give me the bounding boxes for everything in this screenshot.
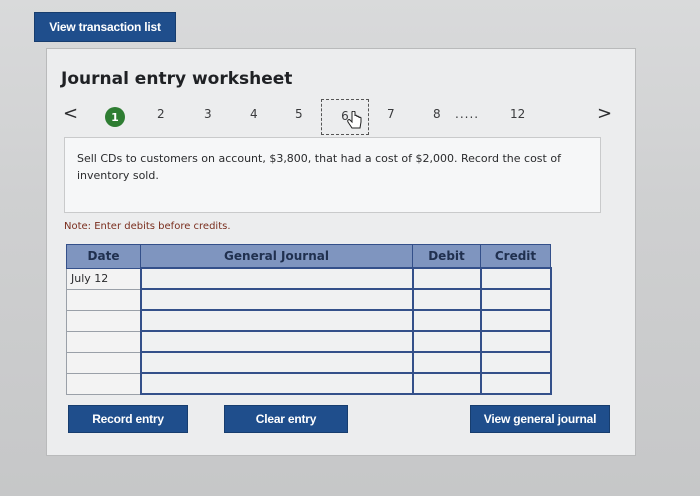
table-row: July 12 xyxy=(66,267,552,290)
account-input[interactable] xyxy=(139,372,414,395)
date-cell[interactable] xyxy=(66,330,141,353)
step-12[interactable]: 12 xyxy=(510,107,525,121)
prompt-text: Sell CDs to customers on account, $3,800… xyxy=(77,152,561,182)
view-transaction-list-button[interactable]: View transaction list xyxy=(34,12,176,42)
debit-input[interactable] xyxy=(411,351,482,374)
credit-input[interactable] xyxy=(479,267,552,290)
date-cell[interactable] xyxy=(66,288,141,311)
credit-input[interactable] xyxy=(479,330,552,353)
table-row xyxy=(66,309,552,332)
step-7[interactable]: 7 xyxy=(387,107,395,121)
debit-input[interactable] xyxy=(411,309,482,332)
account-input[interactable] xyxy=(139,267,414,290)
journal-table: Date General Journal Debit Credit July 1… xyxy=(66,244,552,395)
debit-input[interactable] xyxy=(411,288,482,311)
hand-cursor-icon xyxy=(347,111,362,129)
credit-input[interactable] xyxy=(479,351,552,374)
debit-input[interactable] xyxy=(411,330,482,353)
date-cell[interactable]: July 12 xyxy=(66,267,141,290)
account-input[interactable] xyxy=(139,309,414,332)
step-ellipsis: ..... xyxy=(455,107,480,121)
general-journal-header: General Journal xyxy=(140,244,413,269)
view-general-journal-button[interactable]: View general journal xyxy=(470,405,610,433)
debit-input[interactable] xyxy=(411,372,482,395)
date-cell[interactable] xyxy=(66,309,141,332)
step-5[interactable]: 5 xyxy=(295,107,303,121)
step-1[interactable]: 1 xyxy=(105,107,125,127)
account-input[interactable] xyxy=(139,330,414,353)
debit-header: Debit xyxy=(412,244,481,269)
credit-input[interactable] xyxy=(479,309,552,332)
account-input[interactable] xyxy=(139,288,414,311)
clear-entry-button[interactable]: Clear entry xyxy=(224,405,348,433)
prev-arrow-icon[interactable]: < xyxy=(63,103,78,124)
step-4[interactable]: 4 xyxy=(250,107,258,121)
credit-header: Credit xyxy=(480,244,551,269)
note-text: Note: Enter debits before credits. xyxy=(64,221,231,232)
table-row xyxy=(66,372,552,395)
worksheet-title: Journal entry worksheet xyxy=(61,69,293,89)
step-3[interactable]: 3 xyxy=(204,107,212,121)
credit-input[interactable] xyxy=(479,288,552,311)
credit-input[interactable] xyxy=(479,372,552,395)
table-row xyxy=(66,330,552,353)
prompt-box: Sell CDs to customers on account, $3,800… xyxy=(64,137,601,213)
worksheet-panel: Journal entry worksheet < 1 2 3 4 5 6 7 … xyxy=(46,48,636,456)
record-entry-button[interactable]: Record entry xyxy=(68,405,188,433)
account-input[interactable] xyxy=(139,351,414,374)
table-row xyxy=(66,288,552,311)
date-header: Date xyxy=(66,244,141,269)
next-arrow-icon[interactable]: > xyxy=(597,103,612,124)
debit-input[interactable] xyxy=(411,267,482,290)
date-cell[interactable] xyxy=(66,372,141,395)
table-row xyxy=(66,351,552,374)
step-2[interactable]: 2 xyxy=(157,107,165,121)
step-8[interactable]: 8 xyxy=(433,107,441,121)
date-cell[interactable] xyxy=(66,351,141,374)
